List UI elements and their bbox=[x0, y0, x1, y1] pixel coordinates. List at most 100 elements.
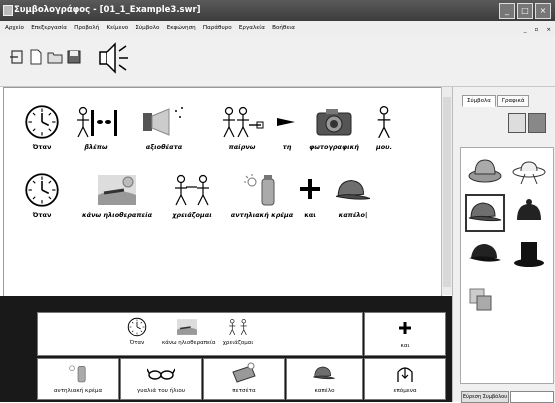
plus-icon bbox=[300, 179, 320, 199]
preview-icon-2[interactable] bbox=[528, 113, 546, 133]
new-document-icon[interactable] bbox=[28, 49, 44, 65]
symbol-grid[interactable] bbox=[460, 147, 554, 384]
cap-option-selected[interactable] bbox=[465, 194, 505, 232]
app-icon bbox=[3, 5, 13, 16]
sights-icon bbox=[143, 107, 183, 136]
document-editor[interactable]: Όταν βλέπω αξιοθέατα παίρνω τη φωτογραφι… bbox=[3, 87, 442, 297]
menu-symbol[interactable]: Σύμβολο bbox=[135, 21, 159, 35]
symbol-iliotherapeia[interactable]: κάνω ηλιοθεραπεία bbox=[82, 172, 152, 244]
card-label: καπέλο bbox=[314, 388, 335, 394]
clock-icon bbox=[25, 105, 59, 139]
menu-tools[interactable]: Εργαλεία bbox=[239, 21, 265, 35]
word-label: Όταν bbox=[32, 211, 52, 219]
prediction-panel: Όταν κάνω ηλιοθεραπεία χρειάζομαι και αν… bbox=[0, 296, 452, 402]
symbol-mou[interactable]: μου. bbox=[364, 104, 404, 176]
need-icon bbox=[174, 174, 210, 206]
phrase-card[interactable]: Όταν κάνω ηλιοθεραπεία χρειάζομαι bbox=[37, 312, 363, 356]
menu-text[interactable]: Κείμενο bbox=[106, 21, 128, 35]
sunscreen-icon bbox=[244, 174, 275, 206]
towel-icon bbox=[232, 362, 256, 383]
phrase-word-label: Όταν bbox=[129, 340, 145, 346]
plus-label: και bbox=[400, 343, 410, 349]
find-symbol-input[interactable] bbox=[510, 391, 554, 403]
symbol-ti[interactable]: τη bbox=[272, 104, 302, 176]
scrollbar-thumb[interactable] bbox=[443, 97, 451, 287]
word-label: Όταν bbox=[32, 143, 52, 151]
symbol-otan-1[interactable]: Όταν bbox=[12, 104, 72, 176]
menu-edit[interactable]: Επεξεργασία bbox=[31, 21, 67, 35]
phrase-word-1: Όταν bbox=[122, 317, 152, 346]
tab-symbols[interactable]: Σύμβολα bbox=[462, 95, 496, 107]
clock-icon bbox=[127, 317, 147, 337]
document-scrollbar[interactable] bbox=[441, 87, 452, 295]
prediction-card-sunscreen[interactable]: αντηλιακή κρέμα bbox=[37, 358, 119, 400]
card-label: γυαλιά του ήλιου bbox=[136, 388, 186, 394]
look-icon bbox=[76, 106, 117, 138]
person-icon bbox=[377, 106, 391, 139]
symbol-vlepo[interactable]: βλέπω bbox=[66, 104, 126, 176]
menu-window[interactable]: Παράθυρο bbox=[203, 21, 232, 35]
word-label: μου. bbox=[375, 143, 393, 151]
hat-option-2[interactable] bbox=[511, 154, 547, 188]
sunbathe-icon bbox=[177, 319, 197, 335]
menu-file[interactable]: Αρχείο bbox=[5, 21, 24, 35]
symbol-xreiazomai[interactable]: χρειάζομαι bbox=[162, 172, 222, 244]
menu-help[interactable]: Βοήθεια bbox=[272, 21, 295, 35]
next-card[interactable]: επόμενα bbox=[364, 358, 446, 400]
preview-icon-1[interactable] bbox=[508, 113, 526, 133]
phrase-word-3: χρειάζομαι bbox=[220, 317, 256, 346]
phrase-word-label: χρειάζομαι bbox=[222, 340, 254, 346]
word-label: αντηλιακή κρέμα bbox=[230, 211, 294, 219]
find-symbol-button[interactable]: Εύρεση Συμβόλου bbox=[461, 391, 509, 403]
prediction-card-sunglasses[interactable]: γυαλιά του ήλιου bbox=[120, 358, 202, 400]
graphics-option[interactable] bbox=[467, 286, 503, 320]
plus-card[interactable]: και bbox=[364, 312, 446, 356]
beanie-icon bbox=[517, 199, 541, 220]
open-folder-icon[interactable] bbox=[47, 49, 63, 65]
minimize-button[interactable]: _ bbox=[499, 3, 515, 19]
hat-option-5[interactable] bbox=[467, 238, 503, 272]
cap-icon bbox=[468, 202, 502, 222]
close-button[interactable]: × bbox=[535, 3, 551, 19]
prediction-card-towel[interactable]: πετσέτα bbox=[203, 358, 285, 400]
arrow-icon bbox=[277, 118, 295, 126]
symbol-axiotheata[interactable]: αξιοθέατα bbox=[134, 104, 194, 176]
symbol-fotografiki[interactable]: φωτογραφική bbox=[304, 104, 364, 176]
top-hat-icon bbox=[514, 242, 544, 267]
symbol-pairno[interactable]: παίρνω bbox=[212, 104, 272, 176]
tab-graphics[interactable]: Γραφικά bbox=[496, 95, 530, 107]
hat-option-1[interactable] bbox=[467, 154, 503, 188]
word-label: παίρνω bbox=[228, 143, 256, 151]
next-icon bbox=[397, 367, 413, 382]
word-label: βλέπω bbox=[84, 143, 108, 151]
prediction-card-cap[interactable]: καπέλο bbox=[286, 358, 363, 400]
toolbar bbox=[0, 35, 555, 87]
maximize-button[interactable]: □ bbox=[517, 3, 533, 19]
symbol-antiliaki[interactable]: αντηλιακή κρέμα bbox=[230, 172, 294, 244]
camera-icon bbox=[316, 109, 352, 136]
symbol-kai[interactable]: και bbox=[296, 172, 324, 244]
sunscreen-icon bbox=[69, 365, 86, 383]
cap-icon bbox=[335, 179, 371, 200]
card-label: πετσέτα bbox=[232, 388, 256, 394]
speaker-icon[interactable] bbox=[98, 41, 130, 75]
need-icon bbox=[228, 319, 248, 336]
symbol-kapelo[interactable]: καπέλο| bbox=[330, 172, 376, 244]
word-label: φωτογραφική bbox=[309, 143, 359, 151]
save-icon[interactable] bbox=[66, 49, 82, 65]
take-icon bbox=[222, 106, 264, 138]
symbol-preview bbox=[508, 110, 546, 136]
images-icon bbox=[469, 288, 492, 311]
menu-view[interactable]: Προβολή bbox=[74, 21, 99, 35]
hat-option-6[interactable] bbox=[511, 238, 547, 272]
cap-dark-icon bbox=[469, 244, 501, 262]
plus-icon bbox=[399, 322, 411, 334]
sunhat-icon bbox=[512, 161, 546, 185]
word-label: κάνω ηλιοθεραπεία bbox=[82, 211, 153, 219]
menu-speech[interactable]: Εκφώνηση bbox=[167, 21, 196, 35]
hat-option-4[interactable] bbox=[511, 196, 547, 230]
symbol-otan-2[interactable]: Όταν bbox=[12, 172, 72, 244]
symbol-panel: Σύμβολα Γραφικά Εύρεση Συμβόλου bbox=[452, 87, 555, 403]
exit-icon[interactable] bbox=[9, 49, 25, 65]
word-label: καπέλο| bbox=[338, 211, 368, 219]
